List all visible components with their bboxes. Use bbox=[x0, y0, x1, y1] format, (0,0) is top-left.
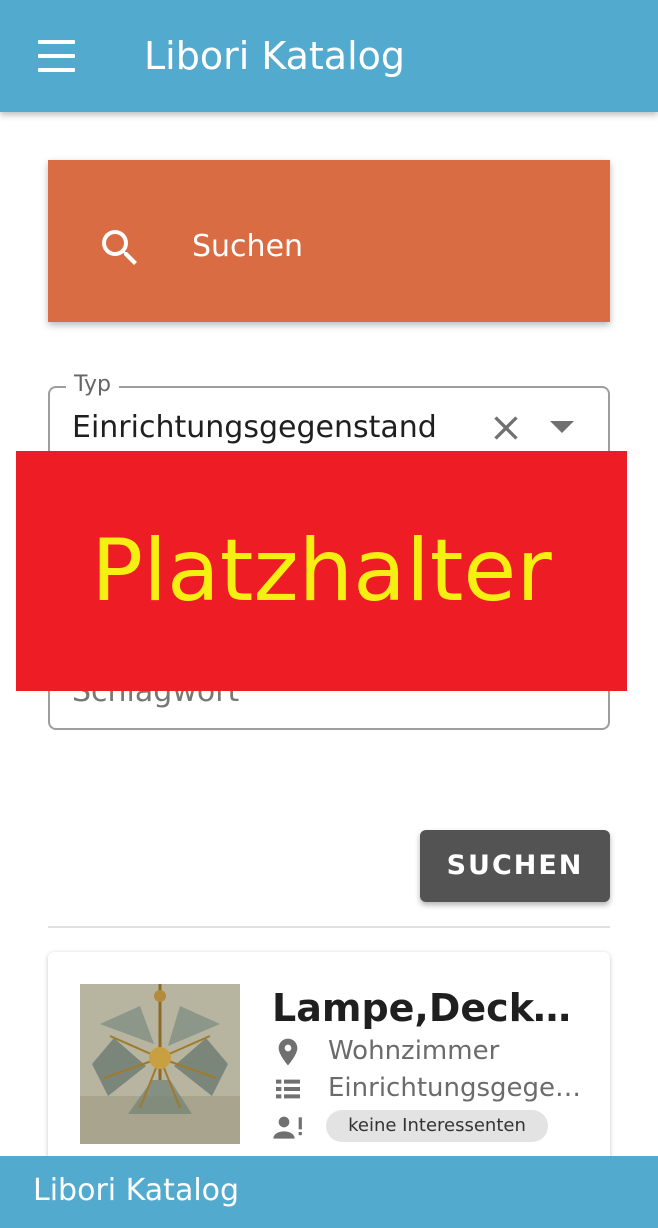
page: Libori Katalog Suchen Typ Einrichtungsge… bbox=[0, 0, 658, 1228]
result-type: Einrichtungsgegen… bbox=[328, 1073, 588, 1103]
footer-title: Libori Katalog bbox=[33, 1173, 240, 1208]
app-title: Libori Katalog bbox=[144, 34, 406, 78]
person-alert-icon bbox=[273, 1116, 302, 1139]
list-icon bbox=[276, 1079, 300, 1099]
placeholder-banner-text: Platzhalter bbox=[91, 521, 552, 621]
placeholder-banner: Platzhalter bbox=[16, 451, 627, 691]
divider bbox=[48, 926, 610, 928]
suchen-button[interactable]: SUCHEN bbox=[420, 830, 610, 902]
footer-bar: Libori Katalog bbox=[0, 1156, 658, 1228]
result-interest-row: keine Interessenten bbox=[272, 1110, 592, 1146]
result-thumbnail bbox=[80, 984, 240, 1144]
search-icon[interactable] bbox=[96, 224, 144, 272]
result-type-row: Einrichtungsgegen… bbox=[272, 1071, 592, 1107]
location-pin-icon bbox=[278, 1038, 298, 1066]
hamburger-menu-icon[interactable] bbox=[30, 36, 82, 76]
app-bar: Libori Katalog bbox=[0, 0, 658, 112]
arrow-drop-down-icon[interactable] bbox=[550, 420, 574, 434]
typ-value: Einrichtungsgegenstand bbox=[72, 410, 437, 445]
interest-badge: keine Interessenten bbox=[326, 1110, 548, 1142]
result-location-row: Wohnzimmer bbox=[272, 1034, 592, 1070]
typ-label: Typ bbox=[66, 372, 119, 397]
search-panel-label: Suchen bbox=[192, 229, 304, 264]
close-icon[interactable] bbox=[486, 408, 526, 448]
result-title: Lampe,Decken… bbox=[272, 986, 582, 1030]
result-location: Wohnzimmer bbox=[328, 1036, 500, 1066]
